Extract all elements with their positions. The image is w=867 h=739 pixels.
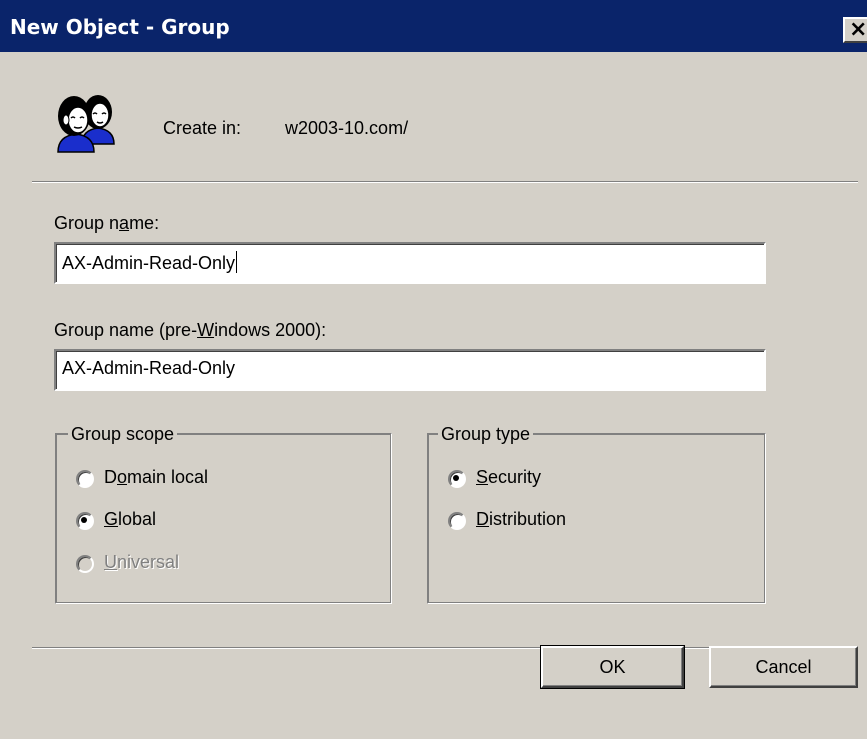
group-name-label: Group name:	[54, 213, 160, 233]
cancel-button[interactable]: Cancel	[709, 646, 858, 688]
radio-selected-dot	[453, 475, 459, 481]
window-title: New Object - Group	[10, 15, 230, 39]
close-button[interactable]: ×	[843, 17, 867, 43]
separator-top	[32, 181, 858, 183]
group-users-icon	[57, 95, 115, 153]
group-type-legend: Group type	[438, 424, 534, 445]
group-name-pre2000-label: Group name (pre-Windows 2000):	[54, 320, 327, 340]
radio-button[interactable]	[76, 555, 94, 573]
close-icon: ×	[849, 17, 867, 42]
radio-security-label: Security	[476, 467, 542, 487]
radio-universal-label: Universal	[104, 552, 180, 572]
group-scope-legend: Group scope	[68, 424, 178, 445]
group-name-pre2000-input[interactable]: AX-Admin-Read-Only	[54, 349, 766, 391]
radio-global-label: Global	[104, 509, 157, 529]
radio-button[interactable]	[448, 470, 466, 488]
title-bar[interactable]: New Object - Group ×	[0, 0, 867, 52]
radio-selected-dot	[81, 517, 87, 523]
radio-distribution-label: Distribution	[476, 509, 567, 529]
radio-domain-local-label: Domain local	[104, 467, 209, 487]
radio-button[interactable]	[76, 470, 94, 488]
new-object-group-dialog: New Object - Group × Create in: w2003-10…	[0, 0, 867, 739]
radio-button[interactable]	[76, 512, 94, 530]
create-in-label: Create in:	[163, 118, 242, 138]
create-in-path: w2003-10.com/	[285, 118, 409, 138]
radio-button[interactable]	[448, 512, 466, 530]
text-caret	[236, 251, 238, 273]
ok-button[interactable]: OK	[540, 645, 685, 689]
group-name-input[interactable]: AX-Admin-Read-Only	[54, 242, 766, 284]
